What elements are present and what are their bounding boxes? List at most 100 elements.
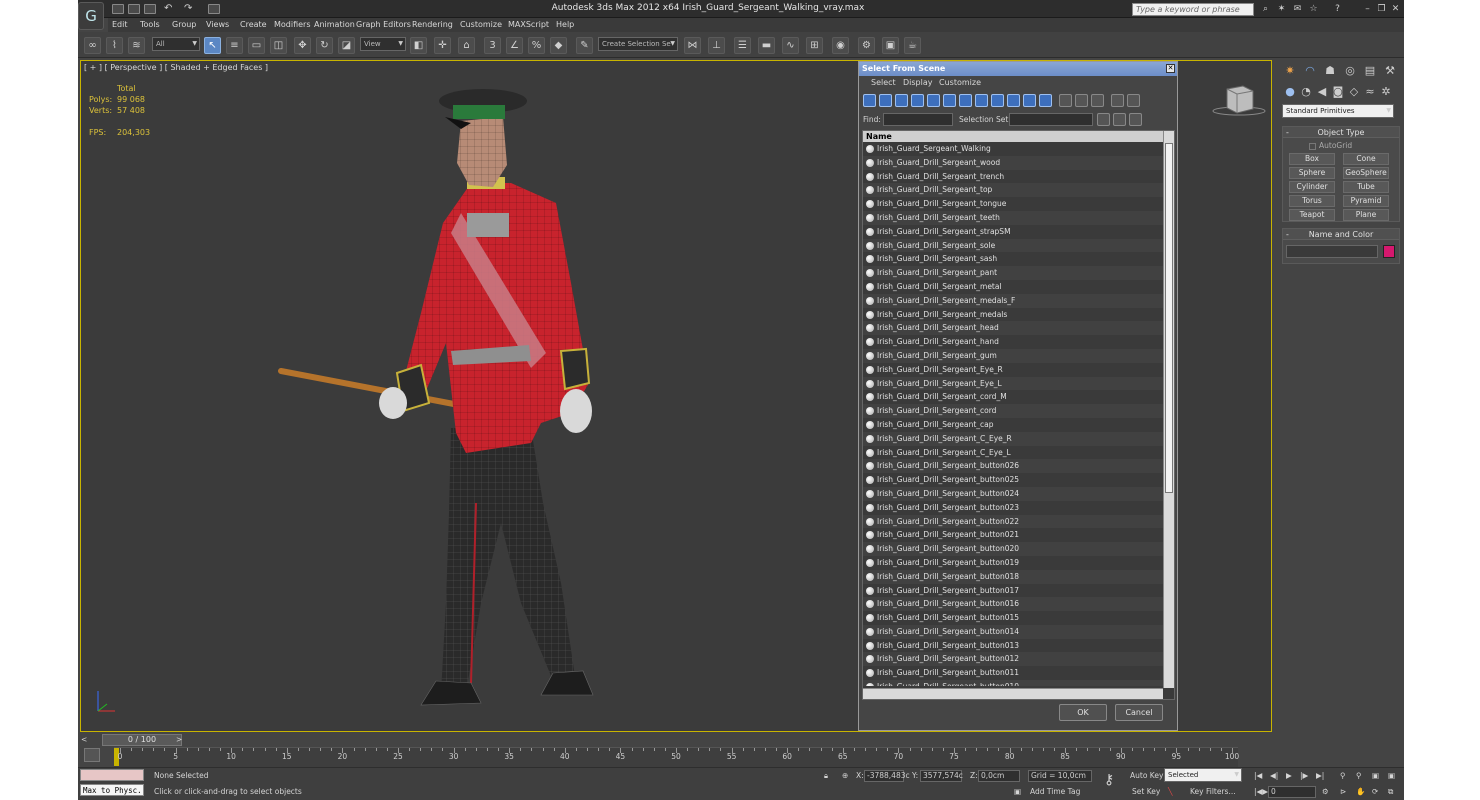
menu-tools[interactable]: Tools	[140, 20, 160, 29]
list-item[interactable]: Irish_Guard_Drill_Sergeant_cord_M	[863, 390, 1163, 404]
communication-icon[interactable]: ✉	[1292, 4, 1303, 15]
menu-views[interactable]: Views	[206, 20, 229, 29]
menu-modifiers[interactable]: Modifiers	[274, 20, 311, 29]
project-folder-icon[interactable]	[208, 4, 220, 14]
list-item[interactable]: Irish_Guard_Drill_Sergeant_head	[863, 321, 1163, 336]
add-time-tag-icon[interactable]: ▣	[1014, 786, 1021, 798]
favorites-icon[interactable]: ☆	[1308, 4, 1319, 15]
select-all-icon[interactable]	[1059, 94, 1072, 107]
list-item[interactable]: Irish_Guard_Drill_Sergeant_button016	[863, 597, 1163, 612]
hierarchy-tab-icon[interactable]: ☗	[1322, 63, 1338, 79]
horizontal-scrollbar[interactable]	[863, 688, 1163, 699]
zoom-extents-icon[interactable]: ▣	[1372, 770, 1379, 782]
next-frame-icon[interactable]: |▶	[1300, 770, 1308, 782]
select-none-icon[interactable]	[1075, 94, 1088, 107]
geometry-icon[interactable]: ●	[1282, 84, 1298, 100]
menu-group[interactable]: Group	[172, 20, 196, 29]
list-item[interactable]: Irish_Guard_Drill_Sergeant_metal	[863, 280, 1163, 294]
unlink-icon[interactable]: ⌇	[106, 37, 123, 54]
space-warps-icon[interactable]: ≈	[1362, 84, 1378, 100]
teapot-button[interactable]: Teapot	[1289, 209, 1335, 221]
list-item[interactable]: Irish_Guard_Drill_Sergeant_medals	[863, 308, 1163, 322]
list-item[interactable]: Irish_Guard_Drill_Sergeant_button018	[863, 569, 1163, 584]
list-item[interactable]: Irish_Guard_Drill_Sergeant_C_Eye_R	[863, 431, 1163, 446]
vertical-scrollbar[interactable]	[1163, 131, 1174, 688]
rotate-icon[interactable]: ↻	[316, 37, 333, 54]
tube-button[interactable]: Tube	[1343, 181, 1389, 193]
edit-named-selection-icon[interactable]: ✎	[576, 37, 593, 54]
display-geometry-icon[interactable]	[863, 94, 876, 107]
restore-icon[interactable]: ❐	[1376, 4, 1387, 15]
key-icon[interactable]: ╲	[1168, 786, 1173, 798]
display-frozen-icon[interactable]	[1023, 94, 1036, 107]
absolute-mode-icon[interactable]: ⊕	[842, 770, 848, 782]
undo-icon[interactable]: ↶	[164, 4, 176, 14]
select-by-name-icon[interactable]: ≡	[226, 37, 243, 54]
list-item[interactable]: Irish_Guard_Drill_Sergeant_strapSM	[863, 225, 1163, 239]
cancel-button[interactable]: Cancel	[1115, 704, 1163, 721]
list-item[interactable]: Irish_Guard_Drill_Sergeant_button019	[863, 556, 1163, 570]
display-xrefs-icon[interactable]	[975, 94, 988, 107]
column-header-name[interactable]: Name	[863, 131, 1163, 142]
list-item[interactable]: Irish_Guard_Drill_Sergeant_button017	[863, 584, 1163, 598]
spinner-snap-icon[interactable]: ◆	[550, 37, 567, 54]
utilities-tab-icon[interactable]: ⚒	[1382, 63, 1398, 79]
list-item[interactable]: Irish_Guard_Drill_Sergeant_tongue	[863, 197, 1163, 211]
display-space-warps-icon[interactable]	[943, 94, 956, 107]
list-item[interactable]: Irish_Guard_Drill_Sergeant_button013	[863, 639, 1163, 653]
close-icon[interactable]: ✕	[1390, 4, 1401, 15]
add-to-set-icon[interactable]	[1113, 113, 1126, 126]
set-key-mode-icon[interactable]: ⚷	[1104, 773, 1114, 787]
list-item[interactable]: Irish_Guard_Drill_Sergeant_pant	[863, 266, 1163, 280]
pyramid-button[interactable]: Pyramid	[1343, 195, 1389, 207]
save-icon[interactable]	[144, 4, 156, 14]
maxscript-listener-pink[interactable]	[80, 769, 144, 781]
menu-graph-editors[interactable]: Graph Editors	[356, 20, 411, 29]
cylinder-button[interactable]: Cylinder	[1289, 181, 1335, 193]
dialog-menu-customize[interactable]: Customize	[939, 78, 981, 87]
lights-icon[interactable]: ◀	[1314, 84, 1330, 100]
list-item[interactable]: Irish_Guard_Drill_Sergeant_button015	[863, 611, 1163, 625]
percent-snap-icon[interactable]: %	[528, 37, 545, 54]
object-type-title[interactable]: Object Type	[1283, 127, 1399, 138]
time-slider[interactable]: 0 / 100	[102, 734, 182, 746]
category-dropdown[interactable]: Standard Primitives	[1282, 104, 1394, 118]
maximize-viewport-icon[interactable]: ⧉	[1388, 786, 1393, 798]
app-logo-icon[interactable]: G	[78, 2, 104, 30]
layer-manager-icon[interactable]: ☰	[734, 37, 751, 54]
autogrid-box[interactable]	[1309, 142, 1316, 150]
list-item[interactable]: Irish_Guard_Drill_Sergeant_button012	[863, 652, 1163, 667]
helpers-icon[interactable]: ◇	[1346, 84, 1362, 100]
named-selection-set-dropdown[interactable]: Create Selection Se	[598, 37, 678, 51]
previous-frame-icon[interactable]: ◀|	[1270, 770, 1278, 782]
display-shapes-icon[interactable]	[879, 94, 892, 107]
soldier-model[interactable]	[271, 83, 621, 723]
open-file-icon[interactable]	[128, 4, 140, 14]
list-item[interactable]: Irish_Guard_Drill_Sergeant_button011	[863, 666, 1163, 680]
motion-tab-icon[interactable]: ◎	[1342, 63, 1358, 79]
orbit-icon[interactable]: ⟳	[1372, 786, 1378, 798]
zoom-icon[interactable]: ⚲	[1340, 770, 1346, 782]
display-helpers-icon[interactable]	[927, 94, 940, 107]
create-tab-icon[interactable]: ✷	[1282, 63, 1298, 79]
box-button[interactable]: Box	[1289, 153, 1335, 165]
list-item[interactable]: Irish_Guard_Drill_Sergeant_cap	[863, 418, 1163, 432]
list-item[interactable]: Irish_Guard_Drill_Sergeant_wood	[863, 155, 1163, 170]
cameras-icon[interactable]: ◙	[1330, 84, 1346, 100]
dialog-menu-select[interactable]: Select	[871, 78, 896, 87]
object-color-swatch[interactable]	[1383, 245, 1395, 258]
help-icon[interactable]: ?	[1332, 4, 1343, 15]
set-key-button[interactable]: Set Key	[1132, 786, 1160, 798]
zoom-extents-all-icon[interactable]: ▣	[1388, 770, 1395, 782]
menu-help[interactable]: Help	[556, 20, 574, 29]
geosphere-button[interactable]: GeoSphere	[1343, 167, 1389, 179]
name-and-color-title[interactable]: Name and Color	[1283, 229, 1399, 240]
window-crossing-icon[interactable]: ◫	[270, 37, 287, 54]
selection-set-dropdown[interactable]	[1009, 113, 1093, 126]
list-item[interactable]: Irish_Guard_Drill_Sergeant_button025	[863, 473, 1163, 487]
select-invert-icon[interactable]	[1091, 94, 1104, 107]
list-item[interactable]: Irish_Guard_Drill_Sergeant_C_Eye_L	[863, 446, 1163, 460]
add-time-tag[interactable]: Add Time Tag	[1030, 786, 1080, 798]
align-icon[interactable]: ⊥	[708, 37, 725, 54]
dialog-close-icon[interactable]: ✕	[1166, 64, 1175, 73]
